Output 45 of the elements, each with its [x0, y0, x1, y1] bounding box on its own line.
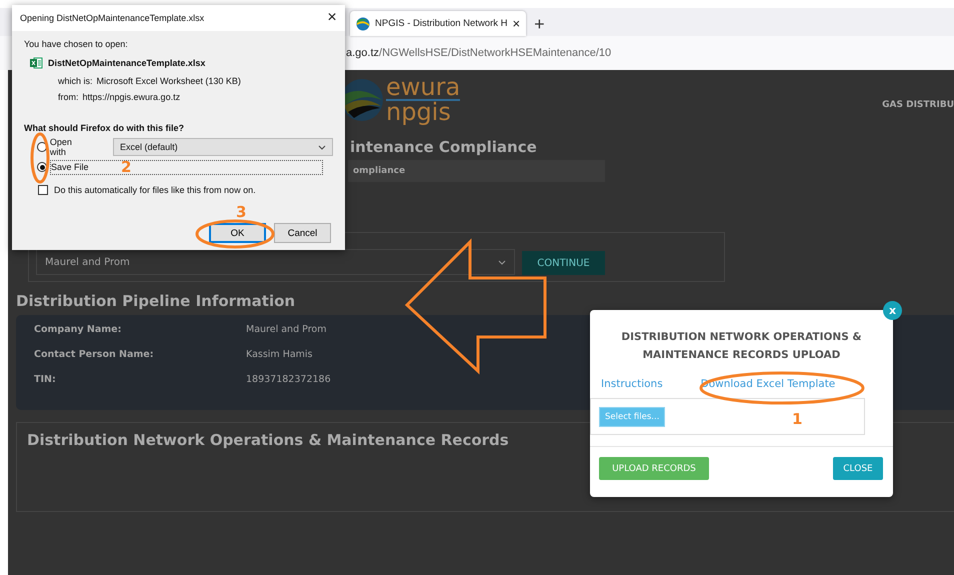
info-label: which is:	[58, 76, 93, 86]
section-heading: Distribution Pipeline Information	[16, 292, 296, 312]
checkbox-label: Do this automatically for files like this from now on.	[54, 185, 256, 195]
step-number: 3	[236, 203, 246, 221]
step-number: 2	[121, 158, 132, 176]
step-number: 1	[792, 410, 802, 428]
page-heading: intenance Compliance	[350, 138, 537, 158]
checkbox[interactable]	[38, 185, 48, 195]
section-heading: Distribution Network Operations & Maintenance Records	[27, 431, 509, 449]
breadcrumb-tab[interactable]: ompliance	[348, 160, 605, 182]
cancel-button[interactable]: Cancel	[274, 223, 331, 243]
close-button[interactable]: ×	[319, 9, 345, 27]
spreadsheet-file-icon	[30, 57, 43, 69]
modal-title: DISTRIBUTION NETWORK OPERATIONS & MAINTENANCE RECORDS UPLOAD	[620, 330, 863, 363]
dialog-title: Opening DistNetOpMaintenanceTemplate.xlsx	[20, 13, 206, 23]
field-label: Company Name:	[34, 324, 122, 337]
field-label: Contact Person Name:	[34, 349, 154, 362]
option-label[interactable]: Save File	[51, 162, 89, 172]
logo-text: ewura	[386, 76, 460, 101]
browser-tab[interactable]: NPGIS - Distribution Network H ×	[350, 11, 526, 36]
field-value: Maurel and Prom	[246, 324, 326, 337]
modal-link[interactable]: Instructions	[601, 378, 663, 390]
address-field[interactable]: a.go.tz/NGWellsHSE/DistNetworkHSEMaintenance/10	[346, 47, 612, 59]
continue-button[interactable]: CONTINUE	[522, 251, 605, 275]
info-value: https://npgis.ewura.go.tz	[82, 92, 180, 102]
logo-text: npgis	[386, 101, 452, 124]
app-select[interactable]: Excel (default)	[113, 138, 333, 156]
chevron-down-icon	[498, 260, 506, 264]
highlight-ellipse	[30, 132, 50, 184]
dialog-question: What should Firefox do with this file?	[24, 123, 185, 135]
favicon-icon	[356, 16, 370, 30]
intro-text: You have chosen to open:	[24, 38, 129, 51]
field-value: 18937182372186	[246, 374, 331, 387]
ok-button[interactable]: OK	[209, 223, 266, 243]
field-label: TIN:	[34, 374, 56, 387]
info-label: from:	[58, 92, 79, 102]
new-tab-button[interactable]: +	[534, 15, 545, 36]
chevron-down-icon	[318, 144, 326, 150]
info-value: Microsoft Excel Worksheet (130 KB)	[96, 76, 241, 86]
close-tab-button[interactable]: ×	[512, 17, 520, 30]
file-name: DistNetOpMaintenanceTemplate.xlsx	[48, 58, 206, 68]
field-value: Kassim Hamis	[246, 349, 313, 362]
option-label[interactable]: Open with	[50, 137, 90, 157]
radio-button[interactable]	[37, 162, 47, 172]
nav-link[interactable]: GAS DISTRIBU	[882, 90, 954, 110]
